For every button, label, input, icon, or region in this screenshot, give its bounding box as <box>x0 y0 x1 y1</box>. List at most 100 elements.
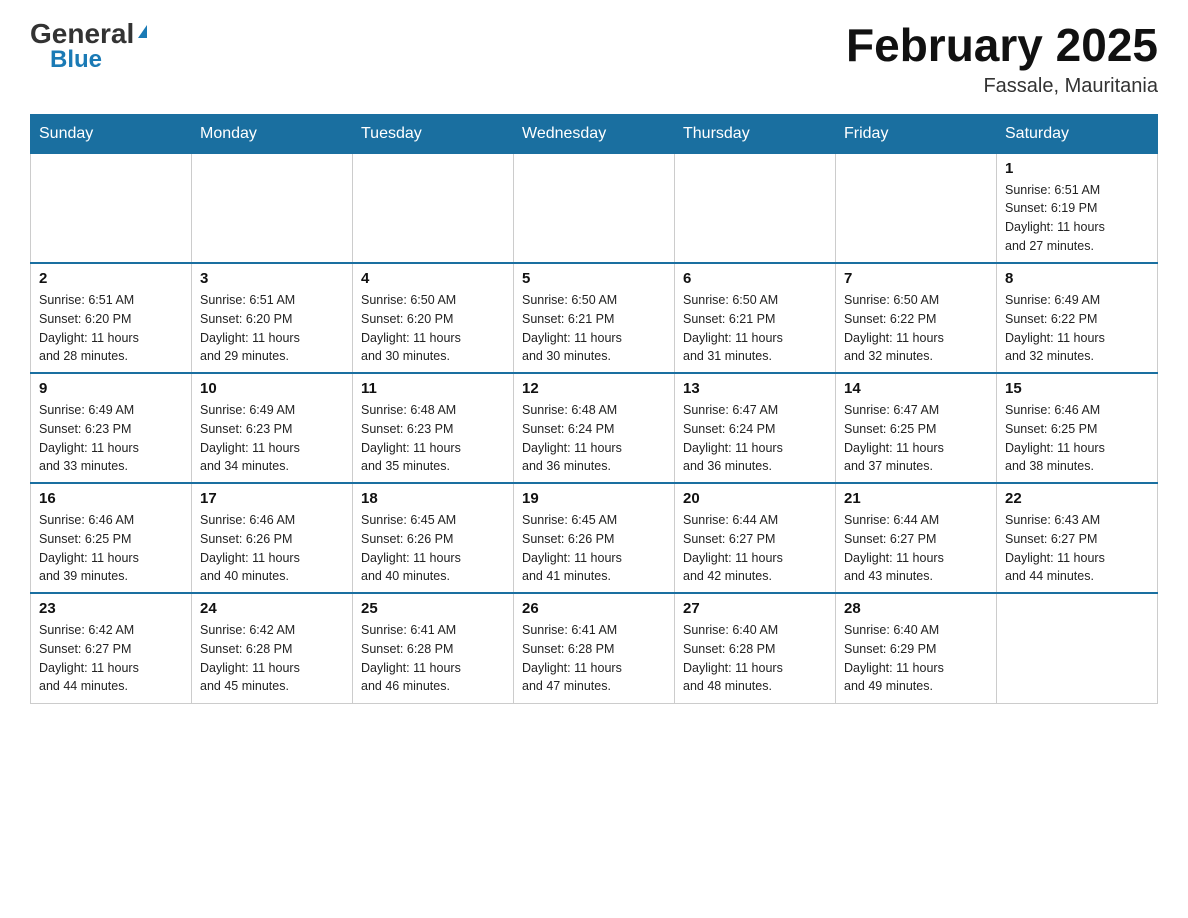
title-block: February 2025 Fassale, Mauritania <box>846 20 1158 98</box>
calendar-table: Sunday Monday Tuesday Wednesday Thursday… <box>30 114 1158 704</box>
table-row: 15Sunrise: 6:46 AMSunset: 6:25 PMDayligh… <box>997 373 1158 483</box>
table-row <box>514 153 675 263</box>
day-info: Sunrise: 6:40 AMSunset: 6:28 PMDaylight:… <box>683 621 827 696</box>
day-info: Sunrise: 6:43 AMSunset: 6:27 PMDaylight:… <box>1005 511 1149 586</box>
header-tuesday: Tuesday <box>353 114 514 153</box>
table-row: 2Sunrise: 6:51 AMSunset: 6:20 PMDaylight… <box>31 263 192 373</box>
day-info: Sunrise: 6:42 AMSunset: 6:27 PMDaylight:… <box>39 621 183 696</box>
day-number: 14 <box>844 380 988 397</box>
table-row: 9Sunrise: 6:49 AMSunset: 6:23 PMDaylight… <box>31 373 192 483</box>
day-number: 27 <box>683 600 827 617</box>
header-sunday: Sunday <box>31 114 192 153</box>
table-row <box>997 593 1158 703</box>
day-number: 12 <box>522 380 666 397</box>
day-number: 7 <box>844 270 988 287</box>
logo-general: General <box>30 20 134 48</box>
day-info: Sunrise: 6:51 AMSunset: 6:20 PMDaylight:… <box>200 291 344 366</box>
day-info: Sunrise: 6:44 AMSunset: 6:27 PMDaylight:… <box>844 511 988 586</box>
header-wednesday: Wednesday <box>514 114 675 153</box>
table-row <box>836 153 997 263</box>
table-row: 27 Sunrise: 6:40 AMSunset: 6:28 PMDayligh… <box>675 593 836 703</box>
table-row: 25Sunrise: 6:41 AMSunset: 6:28 PMDayligh… <box>353 593 514 703</box>
day-number: 4 <box>361 270 505 287</box>
table-row <box>31 153 192 263</box>
day-number: 13 <box>683 380 827 397</box>
table-row: 23 Sunrise: 6:42 AMSunset: 6:27 PMDayligh… <box>31 593 192 703</box>
table-row: 1Sunrise: 6:51 AMSunset: 6:19 PMDaylight… <box>997 153 1158 263</box>
calendar-week-row: 16 Sunrise: 6:46 AMSunset: 6:25 PMDayligh… <box>31 483 1158 593</box>
logo-blue: Blue <box>50 48 147 72</box>
table-row: 6 Sunrise: 6:50 AMSunset: 6:21 PMDaylight… <box>675 263 836 373</box>
day-number: 21 <box>844 490 988 507</box>
day-number: 26 <box>522 600 666 617</box>
table-row: 10 Sunrise: 6:49 AMSunset: 6:23 PMDayligh… <box>192 373 353 483</box>
table-row: 21 Sunrise: 6:44 AMSunset: 6:27 PMDayligh… <box>836 483 997 593</box>
day-info: Sunrise: 6:48 AMSunset: 6:24 PMDaylight:… <box>522 401 666 476</box>
day-info: Sunrise: 6:41 AMSunset: 6:28 PMDaylight:… <box>522 621 666 696</box>
day-number: 6 <box>683 270 827 287</box>
location-subtitle: Fassale, Mauritania <box>846 75 1158 98</box>
table-row: 7 Sunrise: 6:50 AMSunset: 6:22 PMDaylight… <box>836 263 997 373</box>
day-number: 16 <box>39 490 183 507</box>
day-number: 19 <box>522 490 666 507</box>
calendar-week-row: 9Sunrise: 6:49 AMSunset: 6:23 PMDaylight… <box>31 373 1158 483</box>
day-info: Sunrise: 6:49 AMSunset: 6:23 PMDaylight:… <box>200 401 344 476</box>
day-number: 24 <box>200 600 344 617</box>
table-row: 18 Sunrise: 6:45 AMSunset: 6:26 PMDayligh… <box>353 483 514 593</box>
table-row: 26 Sunrise: 6:41 AMSunset: 6:28 PMDayligh… <box>514 593 675 703</box>
page-header: General Blue February 2025 Fassale, Maur… <box>30 20 1158 98</box>
day-number: 10 <box>200 380 344 397</box>
calendar-header-row: Sunday Monday Tuesday Wednesday Thursday… <box>31 114 1158 153</box>
month-year-title: February 2025 <box>846 20 1158 71</box>
table-row: 4Sunrise: 6:50 AMSunset: 6:20 PMDaylight… <box>353 263 514 373</box>
table-row: 14 Sunrise: 6:47 AMSunset: 6:25 PMDayligh… <box>836 373 997 483</box>
day-number: 22 <box>1005 490 1149 507</box>
day-number: 3 <box>200 270 344 287</box>
table-row: 16 Sunrise: 6:46 AMSunset: 6:25 PMDayligh… <box>31 483 192 593</box>
day-number: 2 <box>39 270 183 287</box>
day-info: Sunrise: 6:51 AMSunset: 6:19 PMDaylight:… <box>1005 181 1149 256</box>
table-row: 17 Sunrise: 6:46 AMSunset: 6:26 PMDayligh… <box>192 483 353 593</box>
day-number: 28 <box>844 600 988 617</box>
day-info: Sunrise: 6:47 AMSunset: 6:24 PMDaylight:… <box>683 401 827 476</box>
day-info: Sunrise: 6:41 AMSunset: 6:28 PMDaylight:… <box>361 621 505 696</box>
day-info: Sunrise: 6:46 AMSunset: 6:26 PMDaylight:… <box>200 511 344 586</box>
table-row: 12 Sunrise: 6:48 AMSunset: 6:24 PMDayligh… <box>514 373 675 483</box>
day-info: Sunrise: 6:50 AMSunset: 6:21 PMDaylight:… <box>683 291 827 366</box>
day-info: Sunrise: 6:44 AMSunset: 6:27 PMDaylight:… <box>683 511 827 586</box>
table-row: 11Sunrise: 6:48 AMSunset: 6:23 PMDayligh… <box>353 373 514 483</box>
day-number: 23 <box>39 600 183 617</box>
header-monday: Monday <box>192 114 353 153</box>
table-row <box>192 153 353 263</box>
day-info: Sunrise: 6:46 AMSunset: 6:25 PMDaylight:… <box>39 511 183 586</box>
day-info: Sunrise: 6:50 AMSunset: 6:22 PMDaylight:… <box>844 291 988 366</box>
table-row: 8 Sunrise: 6:49 AMSunset: 6:22 PMDaylight… <box>997 263 1158 373</box>
day-info: Sunrise: 6:50 AMSunset: 6:21 PMDaylight:… <box>522 291 666 366</box>
day-number: 5 <box>522 270 666 287</box>
day-number: 20 <box>683 490 827 507</box>
day-info: Sunrise: 6:45 AMSunset: 6:26 PMDaylight:… <box>361 511 505 586</box>
table-row: 13 Sunrise: 6:47 AMSunset: 6:24 PMDayligh… <box>675 373 836 483</box>
day-info: Sunrise: 6:48 AMSunset: 6:23 PMDaylight:… <box>361 401 505 476</box>
day-number: 18 <box>361 490 505 507</box>
day-info: Sunrise: 6:47 AMSunset: 6:25 PMDaylight:… <box>844 401 988 476</box>
table-row: 24 Sunrise: 6:42 AMSunset: 6:28 PMDayligh… <box>192 593 353 703</box>
calendar-week-row: 2 Sunrise: 6:51 AMSunset: 6:20 PMDaylight… <box>31 263 1158 373</box>
logo: General Blue <box>30 20 147 72</box>
day-info: Sunrise: 6:49 AMSunset: 6:22 PMDaylight:… <box>1005 291 1149 366</box>
table-row <box>353 153 514 263</box>
header-saturday: Saturday <box>997 114 1158 153</box>
day-number: 17 <box>200 490 344 507</box>
header-thursday: Thursday <box>675 114 836 153</box>
table-row: 28Sunrise: 6:40 AMSunset: 6:29 PMDayligh… <box>836 593 997 703</box>
logo-triangle-icon <box>138 25 147 38</box>
table-row: 22 Sunrise: 6:43 AMSunset: 6:27 PMDayligh… <box>997 483 1158 593</box>
day-number: 8 <box>1005 270 1149 287</box>
table-row <box>675 153 836 263</box>
table-row: 19Sunrise: 6:45 AMSunset: 6:26 PMDayligh… <box>514 483 675 593</box>
day-info: Sunrise: 6:42 AMSunset: 6:28 PMDaylight:… <box>200 621 344 696</box>
table-row: 3 Sunrise: 6:51 AMSunset: 6:20 PMDaylight… <box>192 263 353 373</box>
day-info: Sunrise: 6:49 AMSunset: 6:23 PMDaylight:… <box>39 401 183 476</box>
calendar-week-row: 23 Sunrise: 6:42 AMSunset: 6:27 PMDayligh… <box>31 593 1158 703</box>
day-info: Sunrise: 6:46 AMSunset: 6:25 PMDaylight:… <box>1005 401 1149 476</box>
